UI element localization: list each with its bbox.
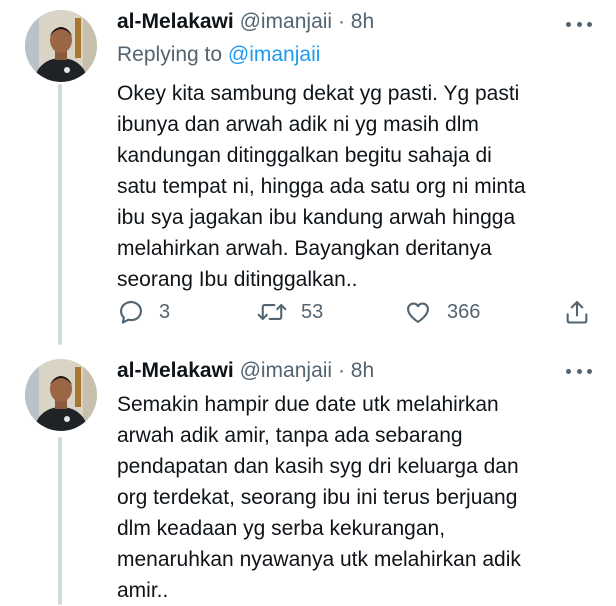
retweet-button[interactable]: 53 (257, 292, 323, 332)
tweet-text: Okey kita sambung dekat yg pasti. Yg pas… (117, 82, 526, 291)
reply-icon (120, 301, 142, 324)
reply-button[interactable]: 3 (117, 292, 170, 332)
like-button[interactable]: 366 (403, 292, 480, 332)
author-handle[interactable]: @imanjaii (240, 10, 333, 33)
share-button[interactable] (563, 292, 591, 332)
retweet-count: 53 (301, 300, 324, 323)
timestamp[interactable]: 8h (351, 359, 374, 382)
tweet-header: al-Melakawi @imanjaii · 8h (117, 6, 616, 38)
like-count: 366 (447, 300, 481, 323)
more-dots-icon[interactable] (566, 361, 592, 381)
separator: · (337, 359, 345, 382)
tweet[interactable]: al-Melakawi @imanjaii · 8h Replying to @… (0, 0, 616, 345)
retweet-icon (257, 304, 287, 320)
author-name[interactable]: al-Melakawi (117, 10, 234, 33)
avatar-image (25, 359, 97, 431)
heart-icon (407, 302, 429, 323)
avatar[interactable] (25, 359, 97, 431)
timestamp[interactable]: 8h (351, 10, 374, 33)
tweet-text: Semakin hampir due date utk melahirkan a… (117, 393, 521, 602)
author-name[interactable]: al-Melakawi (117, 359, 234, 382)
action-bar: 3 53 366 (117, 292, 597, 332)
avatar-image (25, 10, 97, 82)
thread-line (58, 84, 62, 345)
author-handle[interactable]: @imanjaii (240, 359, 333, 382)
reply-count: 3 (159, 300, 171, 323)
replying-to: Replying to @imanjaii (117, 40, 320, 70)
replying-mention[interactable]: @imanjaii (228, 43, 321, 66)
more-dots-icon[interactable] (566, 14, 592, 34)
share-icon (566, 301, 588, 324)
thread-line (58, 437, 62, 605)
tweet-header: al-Melakawi @imanjaii · 8h (117, 355, 616, 387)
avatar[interactable] (25, 10, 97, 82)
separator: · (337, 10, 345, 33)
tweet[interactable]: al-Melakawi @imanjaii · 8h Semakin hampi… (0, 345, 616, 605)
replying-prefix: Replying to (117, 43, 223, 66)
